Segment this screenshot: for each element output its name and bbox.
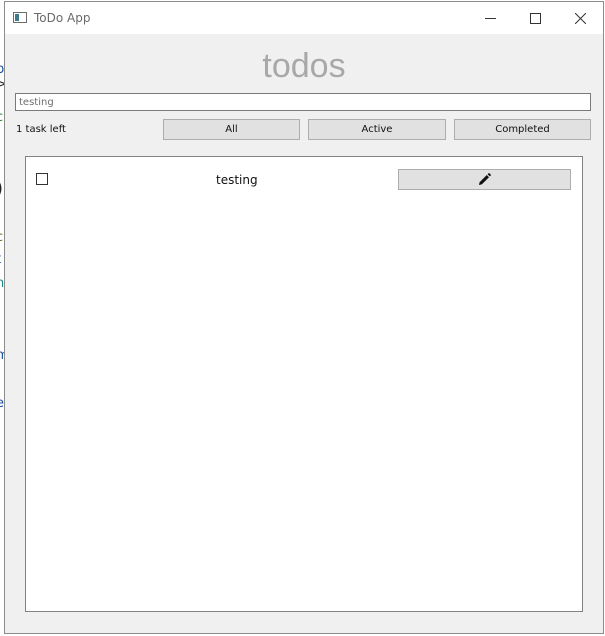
todo-text: testing — [216, 173, 258, 187]
pencil-icon — [479, 173, 491, 185]
todo-checkbox[interactable] — [36, 173, 48, 185]
close-button[interactable] — [557, 2, 603, 34]
minimize-button[interactable] — [467, 2, 513, 34]
window-app-icon — [13, 12, 27, 23]
tasks-left-count: 1 task left — [16, 124, 66, 135]
filter-all-button[interactable]: All — [163, 119, 300, 140]
filter-active-button[interactable]: Active — [308, 119, 446, 140]
window-title: ToDo App — [34, 11, 91, 25]
minimize-icon — [484, 17, 496, 19]
todo-item: testing — [26, 157, 582, 197]
app-heading: todos — [262, 47, 346, 85]
bg-glyph: c — [0, 110, 3, 125]
maximize-icon — [529, 12, 541, 24]
close-icon — [574, 12, 586, 24]
edit-todo-button[interactable] — [398, 169, 571, 190]
maximize-button[interactable] — [512, 2, 558, 34]
bg-glyph: t — [0, 252, 1, 267]
new-todo-input[interactable] — [15, 93, 591, 111]
bg-glyph: ) — [0, 178, 3, 199]
todo-list: testing — [25, 156, 583, 612]
filter-completed-button[interactable]: Completed — [454, 119, 591, 140]
todo-app-window: ToDo App todos 1 task left All Active Co… — [4, 1, 604, 634]
bg-glyph: c — [0, 230, 3, 245]
bg-glyph: ( — [0, 300, 1, 315]
title-bar[interactable]: ToDo App — [5, 2, 603, 34]
